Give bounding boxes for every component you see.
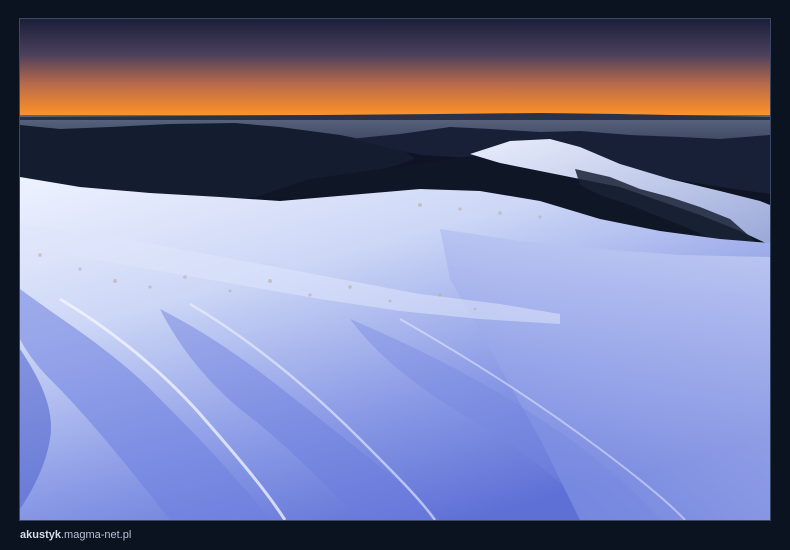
photo-frame xyxy=(19,18,771,521)
credit-author: akustyk xyxy=(20,529,61,541)
landscape-photo xyxy=(20,19,770,520)
credit-site: .magma-net.pl xyxy=(60,529,132,541)
photo-credit: akustyk.magma-net.pl xyxy=(20,528,131,542)
sky xyxy=(20,19,770,119)
